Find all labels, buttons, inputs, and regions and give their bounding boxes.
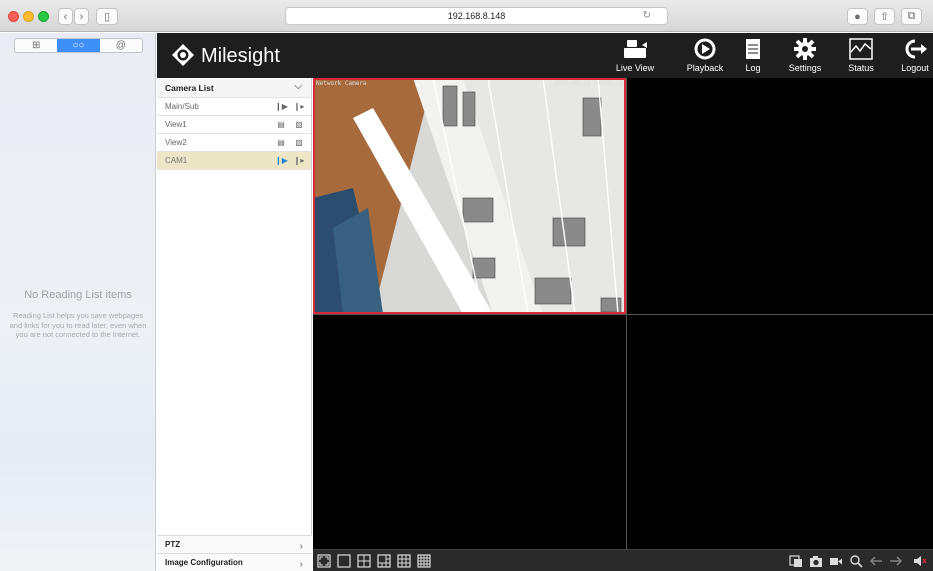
- reading-list-sidebar: ⊞ ○○ @ No Reading List items Reading Lis…: [0, 33, 156, 571]
- list-item-label: CAM1: [165, 156, 188, 165]
- next-page-icon[interactable]: [889, 554, 903, 568]
- layout-16-icon[interactable]: [417, 554, 431, 568]
- play-all-icon[interactable]: ❙▶: [275, 101, 288, 113]
- reload-icon[interactable]: ↻: [643, 8, 651, 24]
- milesight-logo-icon: [172, 44, 194, 66]
- snapshot-icon[interactable]: [809, 554, 823, 568]
- live-view-toolbar: [313, 549, 933, 571]
- stop-all-icon[interactable]: [789, 554, 803, 568]
- list-item[interactable]: View1 ▤ ▧: [157, 116, 311, 134]
- sidebar-segmented-control: ⊞ ○○ @: [14, 38, 143, 53]
- layout-1-icon[interactable]: [337, 554, 351, 568]
- camera-list-title: Camera List: [165, 82, 214, 93]
- nav-label-log: Log: [745, 63, 761, 73]
- nav-label-status: Status: [848, 63, 874, 73]
- video-cell-4[interactable]: [627, 315, 933, 549]
- fullscreen-icon[interactable]: [317, 554, 331, 568]
- browser-toolbar: ‹ › ▯ 192.168.8.148 ↻ ● ⇧ ⧉: [0, 0, 933, 32]
- live-view-grid: Network Camera 2019-05-28 14:16:28: [313, 78, 933, 549]
- view-document-icon[interactable]: ▤: [275, 137, 287, 149]
- play-icon[interactable]: ❙▸: [293, 101, 305, 113]
- video-cell-2[interactable]: [627, 78, 933, 314]
- log-icon: [746, 39, 760, 59]
- back-icon[interactable]: ‹: [58, 8, 73, 25]
- chevron-right-icon[interactable]: ›: [300, 556, 303, 571]
- tabs-overview-icon[interactable]: ⧉: [901, 8, 922, 25]
- camera-icon: [624, 40, 647, 58]
- audio-muted-icon[interactable]: [913, 554, 927, 568]
- ptz-label: PTZ: [165, 540, 181, 549]
- list-item-label: Main/Sub: [165, 102, 199, 111]
- view-document-icon[interactable]: ▤: [275, 119, 287, 131]
- downloads-icon[interactable]: ●: [847, 8, 868, 25]
- nav-logout[interactable]: Logout: [897, 33, 933, 78]
- url-text: 192.168.8.148: [447, 11, 506, 21]
- timestamp-overlay: 2019-05-28 14:16:28: [554, 80, 623, 87]
- nav-label-playback: Playback: [686, 63, 724, 73]
- minimize-window-button[interactable]: [23, 11, 34, 22]
- image-configuration-label: Image Configuration: [165, 558, 243, 567]
- video-cell-3[interactable]: [313, 315, 626, 549]
- nav-status[interactable]: Status: [841, 33, 881, 78]
- nav-playback[interactable]: Playback: [683, 33, 727, 78]
- reading-list-empty-body: Reading List helps you save webpages and…: [9, 311, 147, 339]
- forward-icon[interactable]: ›: [74, 8, 89, 25]
- app-header: Milesight Live View Playback Log Setting…: [157, 33, 933, 78]
- zoom-window-button[interactable]: [38, 11, 49, 22]
- play-icon[interactable]: ❙▸: [293, 155, 305, 167]
- list-item[interactable]: Main/Sub ❙▶ ❙▸: [157, 98, 311, 116]
- playback-icon: [694, 38, 716, 60]
- list-item-label: View2: [165, 138, 187, 147]
- address-bar[interactable]: 192.168.8.148 ↻: [285, 7, 668, 25]
- shared-links-tab[interactable]: @: [100, 39, 142, 52]
- nav-label-settings: Settings: [788, 63, 822, 73]
- play-all-icon[interactable]: ❙▶: [275, 155, 288, 167]
- list-item-selected[interactable]: CAM1 ❙▶ ❙▸: [157, 152, 311, 170]
- layout-6-icon[interactable]: [377, 554, 391, 568]
- layout-9-icon[interactable]: [397, 554, 411, 568]
- layout-4-icon[interactable]: [357, 554, 371, 568]
- settings-icon: [794, 38, 816, 60]
- sidebar-toggle-icon[interactable]: ▯: [96, 8, 118, 25]
- reading-list-empty-title: No Reading List items: [24, 289, 132, 301]
- record-icon[interactable]: [829, 554, 843, 568]
- list-item[interactable]: View2 ▤ ▧: [157, 134, 311, 152]
- nav-settings[interactable]: Settings: [783, 33, 827, 78]
- status-icon: [849, 38, 873, 60]
- fisheye-camera-feed: [313, 78, 626, 314]
- ptz-section[interactable]: PTZ ›: [157, 535, 312, 553]
- list-item-label: View1: [165, 120, 187, 129]
- logout-icon: [905, 39, 927, 59]
- video-cell-cam1[interactable]: Network Camera 2019-05-28 14:16:28: [313, 78, 626, 314]
- image-configuration-section[interactable]: Image Configuration ›: [157, 553, 312, 571]
- view-edit-icon[interactable]: ▧: [293, 119, 305, 131]
- view-edit-icon[interactable]: ▧: [293, 137, 305, 149]
- camera-list-header[interactable]: Camera List ⌵: [157, 78, 311, 98]
- chevron-down-icon[interactable]: ⌵: [294, 81, 302, 92]
- share-icon[interactable]: ⇧: [874, 8, 895, 25]
- camera-name-overlay: Network Camera: [316, 80, 367, 87]
- nav-label-live-view: Live View: [615, 63, 655, 73]
- nav-log[interactable]: Log: [737, 33, 769, 78]
- zoom-icon[interactable]: [849, 554, 863, 568]
- close-window-button[interactable]: [8, 11, 19, 22]
- brand-name: Milesight: [201, 45, 280, 67]
- bookmarks-tab[interactable]: ⊞: [15, 39, 57, 52]
- nav-live-view[interactable]: Live View: [613, 33, 657, 78]
- nav-label-logout: Logout: [901, 63, 929, 73]
- camera-list-panel: Camera List ⌵ Main/Sub ❙▶ ❙▸ View1 ▤ ▧ V…: [157, 78, 312, 571]
- reading-list-tab[interactable]: ○○: [57, 39, 100, 52]
- previous-page-icon[interactable]: [869, 554, 883, 568]
